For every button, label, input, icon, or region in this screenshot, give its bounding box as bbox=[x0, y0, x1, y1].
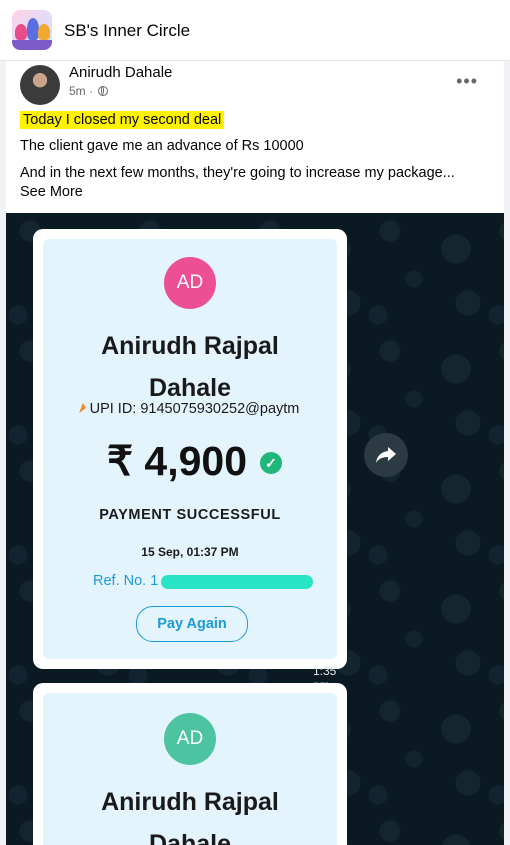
upi-logo-icon bbox=[78, 403, 88, 413]
payee-initials-badge: AD bbox=[164, 257, 216, 309]
payment-datetime: 15 Sep, 01:37 PM bbox=[141, 545, 239, 559]
author-avatar[interactable] bbox=[20, 65, 60, 105]
more-horizontal-icon[interactable]: ••• bbox=[456, 71, 478, 92]
redaction-mark bbox=[161, 575, 313, 589]
forward-button[interactable] bbox=[364, 433, 408, 477]
highlighted-text: Today I closed my second deal bbox=[20, 111, 225, 129]
post-card: Anirudh Dahale 5m · ••• Today I closed m… bbox=[6, 61, 504, 845]
payment-receipt-card: AD Anirudh Rajpal Dahale UPI ID: 9145075… bbox=[33, 229, 347, 692]
receipt-panel: AD Anirudh Rajpal Dahale UPI ID: 9145075… bbox=[43, 239, 337, 659]
payee-name-line-1: Anirudh Rajpal bbox=[101, 332, 279, 360]
upi-id-text: UPI ID: 9145075930252@paytm bbox=[89, 401, 300, 417]
receipt-panel-2: AD Anirudh Rajpal Dahale bbox=[43, 693, 337, 845]
post-meta: 5m · bbox=[69, 84, 109, 98]
pay-again-button[interactable]: Pay Again bbox=[136, 606, 248, 642]
verified-check-icon: ✓ bbox=[260, 452, 282, 474]
payment-status: PAYMENT SUCCESSFUL bbox=[99, 507, 281, 523]
post-image[interactable]: AD Anirudh Rajpal Dahale UPI ID: 9145075… bbox=[6, 213, 504, 845]
payee-name-2-line-1: Anirudh Rajpal bbox=[101, 788, 279, 816]
see-more-link[interactable]: See More bbox=[20, 184, 83, 200]
group-thumbnail[interactable] bbox=[12, 10, 52, 50]
post-text-line-2: The client gave me an advance of Rs 1000… bbox=[20, 138, 304, 154]
forward-arrow-icon bbox=[376, 447, 396, 463]
group-header: SB's Inner Circle bbox=[0, 0, 510, 61]
group-name[interactable]: SB's Inner Circle bbox=[64, 21, 190, 41]
author-name[interactable]: Anirudh Dahale bbox=[69, 64, 172, 81]
post-time[interactable]: 5m · bbox=[69, 84, 93, 98]
reference-number: Ref. No. 1 bbox=[93, 573, 159, 589]
payment-receipt-card-2: AD Anirudh Rajpal Dahale bbox=[33, 683, 347, 845]
globe-icon bbox=[98, 86, 109, 96]
post-text-line-1: Today I closed my second deal bbox=[20, 111, 225, 129]
upi-id: UPI ID: 9145075930252@paytm bbox=[43, 401, 337, 417]
payee-name-2-line-2: Dahale bbox=[149, 830, 231, 845]
payee-initials-badge-2: AD bbox=[164, 713, 216, 765]
post-text-line-3: And in the next few months, they're goin… bbox=[20, 165, 455, 181]
